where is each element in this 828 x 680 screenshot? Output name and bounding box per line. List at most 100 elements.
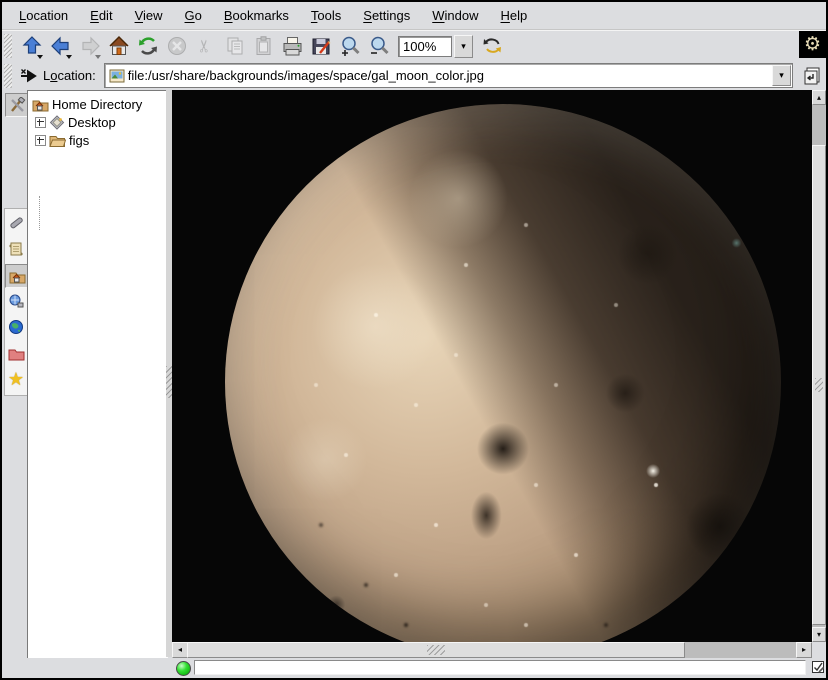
status-message-area	[194, 660, 806, 675]
tree-connector-line	[39, 196, 40, 230]
folder-icon	[49, 133, 66, 148]
configure-tools-icon	[9, 97, 26, 114]
zoom-in-button[interactable]	[337, 33, 364, 60]
clear-location-button[interactable]	[17, 65, 39, 87]
moon-crater-speckles	[225, 104, 227, 106]
sidebar-home-button[interactable]	[5, 264, 29, 288]
location-combobox[interactable]: file:/usr/share/backgrounds/images/space…	[104, 63, 793, 88]
save-button[interactable]	[308, 33, 335, 60]
copy-button[interactable]	[221, 33, 248, 60]
menu-edit[interactable]: Edit	[79, 4, 123, 27]
reload-icon	[137, 35, 159, 57]
devices-icon	[8, 215, 24, 231]
network-icon	[8, 293, 24, 309]
desktop-icon	[49, 115, 65, 130]
location-label: Location:	[43, 68, 96, 83]
up-button[interactable]	[18, 33, 45, 60]
menu-location[interactable]: Location	[8, 4, 79, 27]
scroll-right-button[interactable]: ▸	[796, 642, 812, 658]
scroll-up-icon: ▴	[817, 94, 821, 102]
rotate-icon	[481, 35, 503, 57]
forward-button[interactable]	[76, 33, 103, 60]
tree-item-figs[interactable]: figs	[35, 131, 89, 149]
zoom-out-icon	[368, 35, 391, 58]
paste-button[interactable]	[250, 33, 277, 60]
copy-icon	[224, 35, 246, 57]
location-url-input[interactable]: file:/usr/share/backgrounds/images/space…	[125, 68, 772, 83]
bookmarks-star-icon: ★	[8, 369, 24, 390]
menu-window[interactable]: Window	[421, 4, 489, 27]
rotate-button[interactable]	[478, 33, 505, 60]
menu-view[interactable]: View	[124, 4, 174, 27]
go-button[interactable]	[800, 63, 826, 89]
kde-gear-icon: ⚙	[804, 33, 821, 56]
zoom-level-value[interactable]: 100%	[398, 36, 452, 57]
location-dropdown-button[interactable]: ▾	[772, 65, 791, 86]
up-dropdown-caret[interactable]	[37, 55, 43, 59]
vertical-scrollbar[interactable]: ▴ ▾	[812, 90, 826, 642]
scroll-up-button[interactable]: ▴	[812, 90, 826, 105]
tree-item-desktop[interactable]: Desktop	[35, 113, 116, 131]
activity-led-indicator	[176, 661, 191, 676]
menu-tools[interactable]: Tools	[300, 4, 352, 27]
toolbar-drag-handle[interactable]	[4, 34, 12, 58]
moon-image	[225, 104, 781, 642]
go-icon	[803, 66, 823, 86]
zoom-dropdown-button[interactable]: ▾	[454, 35, 473, 58]
folder-tree-panel: Home Directory Desktop figs	[27, 90, 168, 659]
chevron-down-icon: ▾	[461, 41, 466, 52]
zoom-in-icon	[339, 35, 362, 58]
menu-settings[interactable]: Settings	[352, 4, 421, 27]
home-icon	[108, 35, 130, 57]
print-icon	[281, 35, 304, 58]
stop-button[interactable]	[163, 33, 190, 60]
print-button[interactable]	[279, 33, 306, 60]
expand-plus-icon[interactable]	[35, 135, 46, 146]
menu-bookmarks[interactable]: Bookmarks	[213, 4, 300, 27]
scrollbar-corner	[812, 642, 826, 658]
forward-dropdown-caret[interactable]	[95, 55, 101, 59]
sidebar-globe-button[interactable]	[5, 316, 27, 338]
image-file-icon	[109, 69, 125, 83]
statusbar	[2, 658, 826, 677]
menu-go[interactable]: Go	[174, 4, 213, 27]
location-toolbar: Location: file:/usr/share/backgrounds/im…	[2, 61, 826, 91]
horizontal-scroll-thumb[interactable]	[187, 642, 685, 658]
tree-item-label: figs	[69, 133, 89, 148]
horizontal-scrollbar[interactable]: ◂ ▸	[172, 642, 812, 658]
tree-item-label: Home Directory	[52, 97, 142, 112]
paste-icon	[253, 35, 275, 57]
sidebar-network-button[interactable]	[5, 290, 27, 312]
vertical-scroll-thumb[interactable]	[812, 145, 826, 625]
scroll-down-icon: ▾	[817, 631, 821, 639]
clear-location-icon	[19, 67, 37, 85]
tree-item-home-directory[interactable]: Home Directory	[32, 95, 142, 113]
expand-plus-icon[interactable]	[35, 117, 46, 128]
back-button[interactable]	[47, 33, 74, 60]
sidebar-root-button[interactable]	[5, 342, 27, 364]
active-view-indicator[interactable]	[809, 658, 826, 675]
zoom-out-button[interactable]	[366, 33, 393, 60]
sidebar-button-strip: ★	[2, 90, 27, 657]
scroll-down-button[interactable]: ▾	[812, 627, 826, 642]
kde-throbber[interactable]: ⚙	[799, 31, 826, 58]
sidebar-bookmarks-button[interactable]: ★	[5, 368, 27, 390]
sidebar-history-button[interactable]	[5, 238, 27, 260]
thumb-grip	[427, 645, 445, 655]
zoom-level-combo: 100% ▾	[398, 35, 473, 58]
scroll-left-button[interactable]: ◂	[172, 642, 188, 658]
reload-button[interactable]	[134, 33, 161, 60]
menu-help[interactable]: Help	[490, 4, 539, 27]
cut-icon: ✂	[196, 39, 216, 53]
scroll-right-icon: ▸	[802, 646, 806, 654]
stop-icon	[166, 35, 188, 57]
back-dropdown-caret[interactable]	[66, 55, 72, 59]
history-icon	[8, 241, 24, 257]
main-toolbar: ✂	[2, 30, 826, 62]
cut-button[interactable]: ✂	[192, 33, 219, 60]
locationbar-drag-handle[interactable]	[4, 64, 12, 88]
sidebar-devices-button[interactable]	[5, 212, 27, 234]
sidebar-configure-button[interactable]	[5, 93, 29, 117]
home-button[interactable]	[105, 33, 132, 60]
chevron-down-icon: ▾	[779, 70, 784, 81]
